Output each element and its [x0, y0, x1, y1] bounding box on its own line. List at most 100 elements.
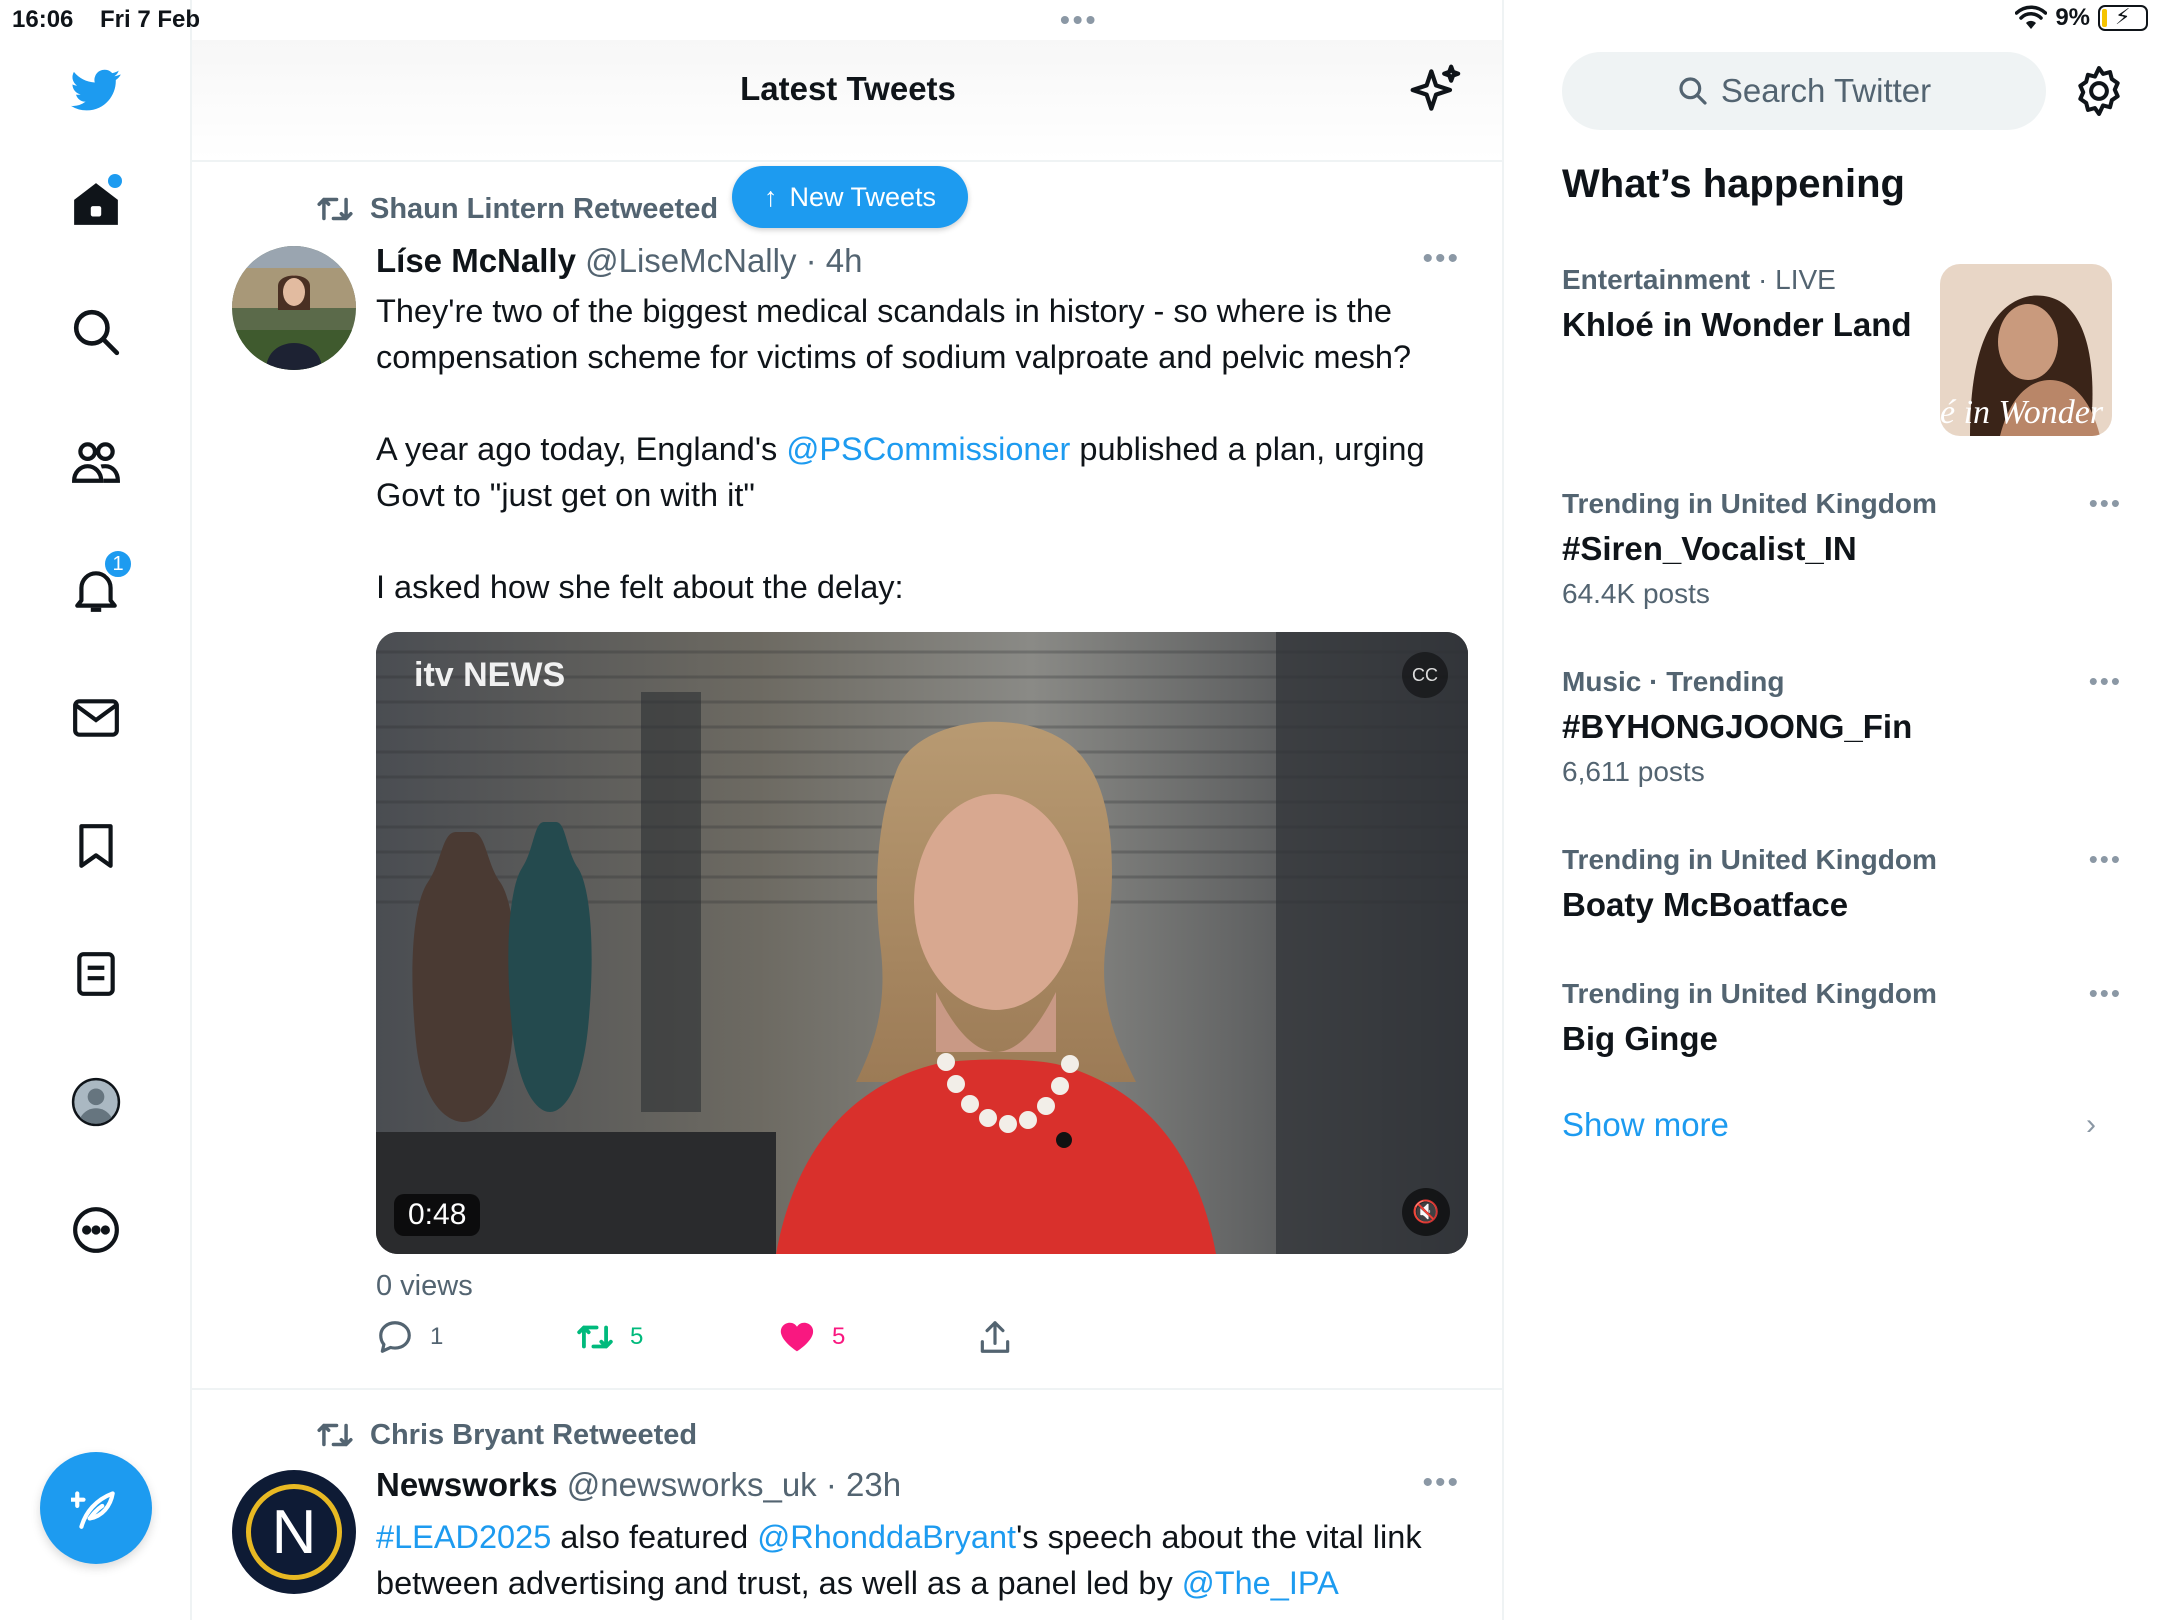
communities-icon[interactable] [62, 428, 130, 496]
captions-icon[interactable]: CC [1402, 652, 1448, 698]
retweet-icon [317, 197, 353, 221]
tweet-text: #LEAD2025 also featured @RhonddaBryant's… [376, 1519, 1422, 1601]
profile-avatar-icon[interactable] [62, 1068, 130, 1136]
chevron-right-icon[interactable]: › [2086, 1108, 2096, 1142]
mention-link[interactable]: @RhonddaBryant [757, 1519, 1016, 1555]
tweet-time[interactable]: 23h [846, 1466, 901, 1503]
page-title: Latest Tweets [740, 70, 956, 107]
video-frame [376, 632, 1468, 1254]
author-name[interactable]: Líse McNally [376, 242, 576, 279]
trend-meta: Trending in United Kingdom [1562, 978, 1937, 1009]
tweet-author-row: Newsworks @newsworks_uk · 23h [376, 1466, 902, 1503]
arrow-up-icon: ↑ [763, 181, 778, 212]
compose-tweet-button[interactable] [40, 1452, 152, 1564]
twitter-logo-icon[interactable] [62, 56, 130, 124]
trend-count: 64.4K posts [1562, 578, 1710, 609]
home-icon[interactable] [62, 170, 130, 238]
retweet-button[interactable]: 5 [576, 1318, 643, 1356]
trend-meta: Trending in United Kingdom [1562, 844, 1937, 875]
retweet-icon [577, 1325, 613, 1349]
left-nav-rail: 1 [0, 0, 192, 1620]
avatar[interactable]: N [232, 1470, 356, 1594]
reply-icon [379, 1321, 411, 1353]
trend-category: Entertainment [1562, 264, 1751, 295]
more-options-icon[interactable] [62, 1196, 130, 1264]
tweet-paragraph: I asked how she felt about the delay: [376, 569, 904, 605]
trend-more-icon[interactable]: ••• [2089, 978, 2122, 1009]
avatar[interactable] [232, 246, 356, 370]
lists-icon[interactable] [62, 940, 130, 1008]
mute-icon[interactable]: 🔇 [1402, 1188, 1450, 1236]
tweet-more-icon[interactable]: ••• [1422, 1466, 1460, 1500]
trend-item[interactable]: Trending in United Kingdom Big Ginge ••• [1562, 978, 2122, 1058]
trend-item[interactable]: Music · Trending #BYHONGJOONG_Fin 6,611 … [1562, 666, 2122, 788]
show-more-link[interactable]: Show more [1562, 1106, 1729, 1144]
status-right: 9% ⚡ [2015, 4, 2148, 32]
messages-icon[interactable] [62, 684, 130, 752]
trend-item[interactable]: Trending in United Kingdom #Siren_Vocali… [1562, 488, 2122, 610]
heart-icon [780, 1322, 814, 1352]
trend-thumbnail[interactable]: é in Wonder l [1940, 264, 2112, 436]
trend-topic: Boaty McBoatface [1562, 886, 1849, 923]
settings-gear-icon[interactable] [2072, 64, 2126, 118]
reply-count: 1 [430, 1323, 444, 1350]
trend-topic: Big Ginge [1562, 1020, 1718, 1057]
tweet-paragraph: They're two of the biggest medical scand… [376, 293, 1412, 375]
author-handle[interactable]: @newsworks_uk [567, 1466, 817, 1503]
itv-news-logo: itv NEWS [414, 656, 566, 694]
search-input[interactable]: Search Twitter [1562, 52, 2046, 130]
retweet-context: Shaun Lintern Retweeted [316, 190, 718, 228]
hashtag-link[interactable]: #LEAD2025 [376, 1519, 551, 1555]
tweet-more-icon[interactable]: ••• [1422, 242, 1460, 276]
status-time: 16:06 [12, 6, 74, 33]
compose-quill-icon [71, 1491, 115, 1529]
mention-link[interactable]: @The_IPA [1182, 1565, 1339, 1601]
bookmarks-icon[interactable] [62, 812, 130, 880]
live-label: LIVE [1775, 264, 1836, 295]
mention-link[interactable]: @PSCommissioner [786, 431, 1070, 467]
trend-item[interactable]: Trending in United Kingdom Boaty McBoatf… [1562, 844, 2122, 924]
new-tweets-button[interactable]: ↑ New Tweets [732, 166, 968, 228]
trend-meta: Trending in United Kingdom [1562, 488, 1937, 519]
wifi-icon [2015, 5, 2048, 29]
trend-count: 6,611 posts [1562, 756, 1705, 787]
status-date: Fri 7 Feb [100, 6, 201, 33]
home-unread-dot [108, 174, 122, 188]
share-button[interactable] [976, 1318, 1014, 1356]
trend-topic: #Siren_Vocalist_IN [1562, 530, 1857, 567]
multitasking-dots[interactable]: ••• [1060, 4, 1098, 36]
reply-button[interactable]: 1 [376, 1318, 443, 1356]
trend-more-icon[interactable]: ••• [2089, 666, 2122, 697]
battery-percent: 9% [2055, 4, 2090, 31]
whats-happening-title: What’s happening [1562, 162, 1905, 206]
retweet-icon [317, 1423, 353, 1447]
new-tweets-label: New Tweets [789, 181, 937, 212]
author-handle[interactable]: @LiseMcNally [585, 242, 796, 279]
thumbnail-caption: é in Wonder l [1940, 394, 2112, 431]
sparkle-icon[interactable] [1408, 62, 1464, 118]
retweet-count: 5 [630, 1323, 644, 1350]
video-player[interactable]: itv NEWS CC 0:48 🔇 [376, 632, 1468, 1254]
trend-more-icon[interactable]: ••• [2089, 488, 2122, 519]
timeline-column: Latest Tweets ↑ New Tweets Shaun Lintern… [192, 0, 1504, 1620]
search-placeholder: Search Twitter [1720, 72, 1932, 109]
trend-topic: #BYHONGJOONG_Fin [1562, 708, 1913, 745]
notifications-bell-icon[interactable]: 1 [62, 548, 134, 624]
search-icon [1679, 77, 1707, 105]
battery-icon: ⚡ [2098, 4, 2148, 31]
tweet-text: They're two of the biggest medical scand… [376, 288, 1476, 610]
retweet-context: Chris Bryant Retweeted [316, 1416, 697, 1454]
trend-more-icon[interactable]: ••• [2089, 844, 2122, 875]
trend-meta: Music · Trending [1562, 666, 1785, 697]
retweeted-by[interactable]: Chris Bryant Retweeted [370, 1419, 697, 1452]
retweeted-by[interactable]: Shaun Lintern Retweeted [370, 193, 718, 226]
right-sidebar: Search Twitter What’s happening Entertai… [1506, 0, 2160, 1620]
explore-search-icon[interactable] [62, 298, 130, 366]
like-count: 5 [832, 1323, 846, 1350]
tweet-paragraph: A year ago today, England's @PSCommissio… [376, 431, 1425, 513]
tweet-author-row: Líse McNally @LiseMcNally · 4h [376, 242, 863, 279]
like-button[interactable]: 5 [778, 1318, 845, 1356]
author-name[interactable]: Newsworks [376, 1466, 558, 1503]
share-icon [980, 1321, 1010, 1353]
tweet-time[interactable]: 4h [826, 242, 863, 279]
